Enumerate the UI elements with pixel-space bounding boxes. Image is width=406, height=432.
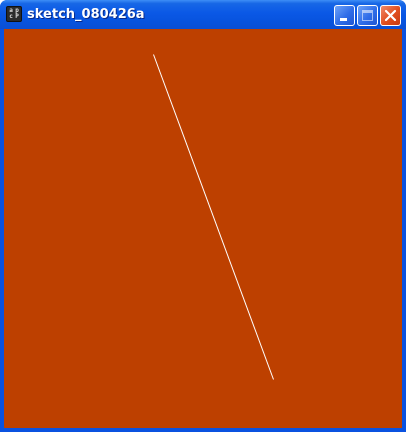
maximize-icon (362, 10, 373, 21)
window-title: sketch_080426a (27, 7, 145, 22)
maximize-button[interactable] (357, 5, 378, 26)
sketch-canvas[interactable] (4, 29, 402, 428)
close-icon (384, 9, 397, 22)
processing-icon[interactable]: a p c P (6, 6, 22, 22)
drawn-line (153, 54, 274, 380)
close-button[interactable] (380, 5, 401, 26)
app-icon-glyph: P (15, 13, 19, 20)
app-window: a p c P sketch_080426a (0, 0, 406, 432)
sketch-drawing (153, 54, 274, 380)
minimize-icon (340, 18, 347, 21)
minimize-button[interactable] (334, 5, 355, 26)
title-bar[interactable]: a p c P sketch_080426a (0, 0, 406, 29)
